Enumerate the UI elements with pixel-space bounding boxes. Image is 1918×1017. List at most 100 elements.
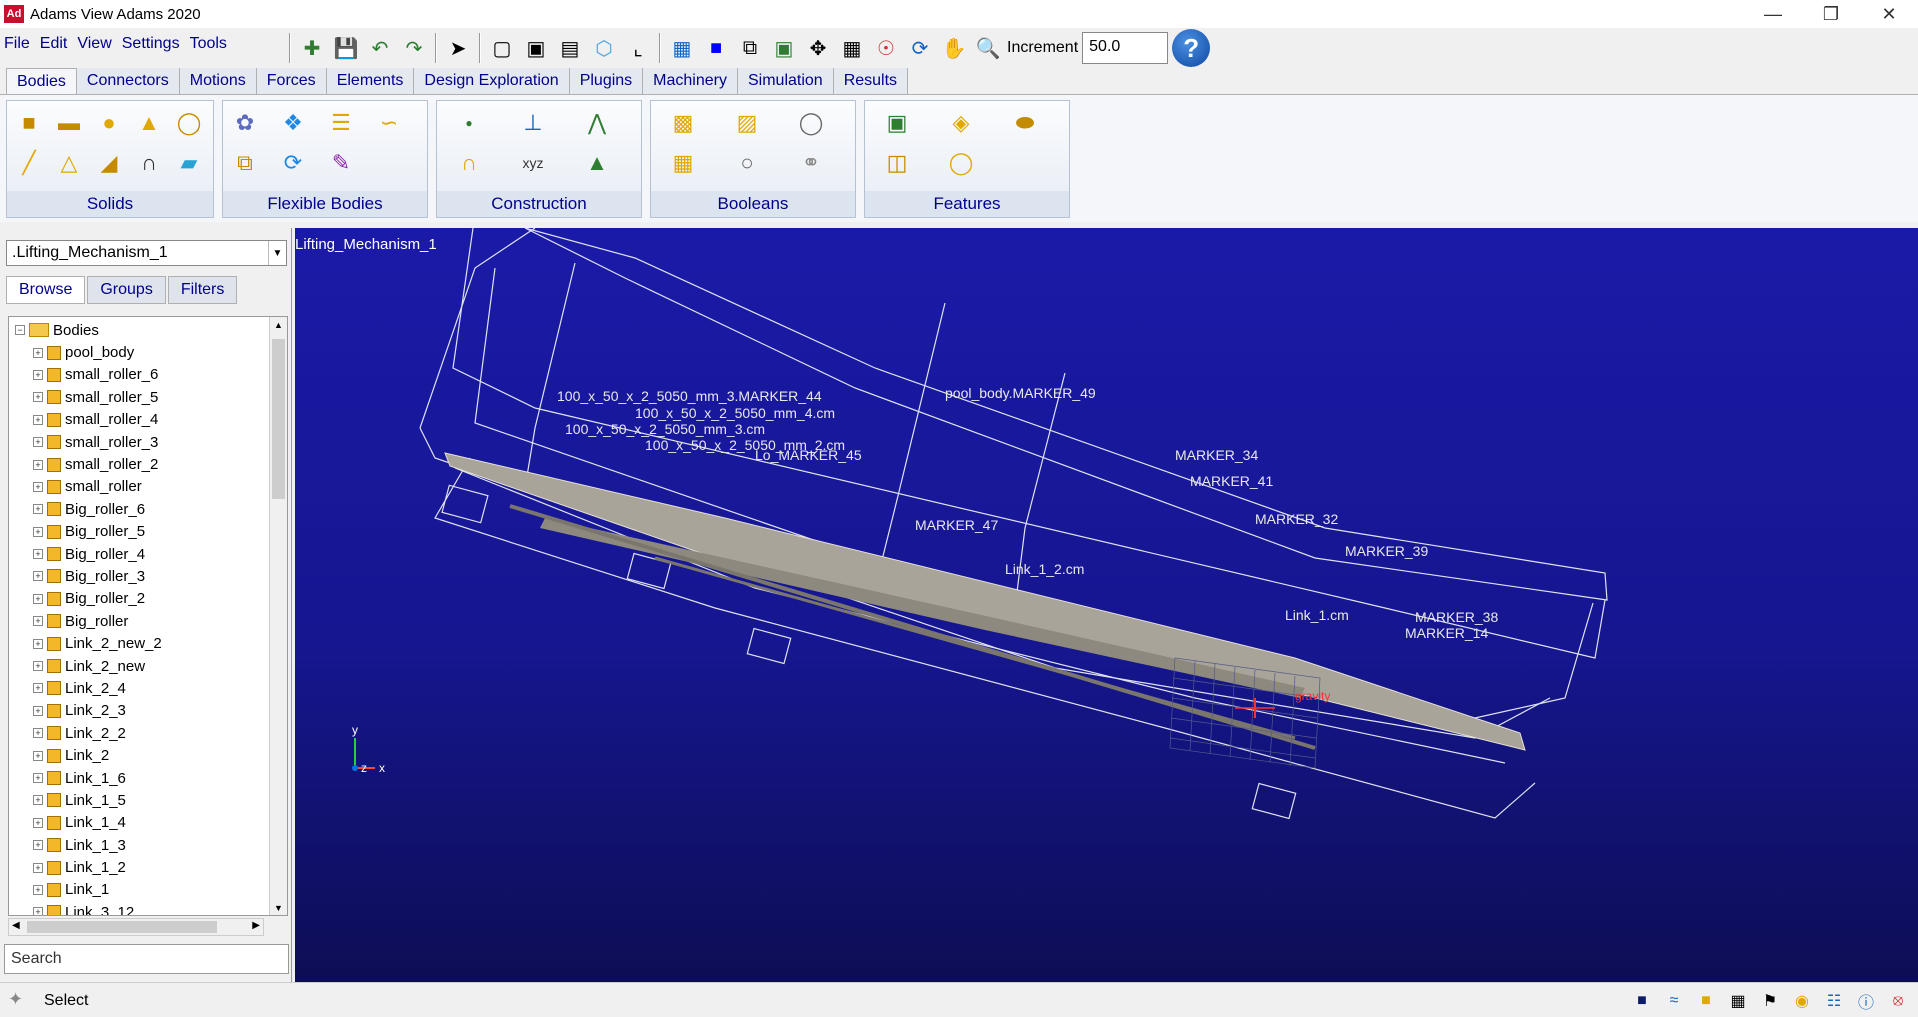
center-icon[interactable]: ☉ [871,32,901,64]
tree-item-link-2-2[interactable]: + Link_2_2 [15,722,287,744]
tree-item-small-roller-3[interactable]: + small_roller_3 [15,431,287,453]
expand-icon[interactable]: + [33,705,43,716]
tree-item-link-1-2[interactable]: + Link_1_2 [15,856,287,878]
tree-item-small-roller-6[interactable]: + small_roller_6 [15,364,287,386]
revolution-icon[interactable]: ∩ [131,145,167,181]
polyline-icon[interactable]: ⋀ [579,105,615,141]
tree-item-big-roller[interactable]: + Big_roller [15,610,287,632]
fit-icon[interactable]: ▣ [769,32,799,64]
expand-icon[interactable]: + [33,504,43,515]
model-select[interactable]: .Lifting_Mechanism_1 ▼ [6,240,287,266]
split-icon[interactable]: ○ [729,145,765,181]
tree-item-pool-body[interactable]: + pool_body [15,341,287,363]
expand-icon[interactable]: + [33,571,43,582]
rotate-icon[interactable]: ⟳ [905,32,935,64]
expand-icon[interactable]: + [33,437,43,448]
tab-design-exploration[interactable]: Design Exploration [414,68,570,94]
frustum-icon[interactable]: ▲ [131,105,167,141]
expand-icon[interactable]: + [33,773,43,783]
tree-item-link-2[interactable]: + Link_2 [15,744,287,766]
plane-icon[interactable]: ▰ [171,145,207,181]
tab-connectors[interactable]: Connectors [76,68,180,94]
intersect-icon[interactable]: ◯ [793,105,829,141]
point-icon[interactable]: ● [451,105,487,141]
tree-vertical-scrollbar[interactable]: ▲ ▼ [269,317,287,915]
tree-item-small-roller-4[interactable]: + small_roller_4 [15,409,287,431]
expand-icon[interactable]: + [33,526,43,537]
info-icon[interactable]: ⓘ [1852,989,1880,1013]
expand-icon[interactable]: + [33,817,43,828]
dummy-body-icon[interactable]: ▲ [579,145,615,181]
restore-icon[interactable]: ❐ [1802,0,1860,28]
tree-item-link-2-new-2[interactable]: + Link_2_new_2 [15,632,287,654]
tab-simulation[interactable]: Simulation [737,68,834,94]
cut-icon[interactable]: ▦ [665,145,701,181]
flex-beam-icon[interactable]: ∽ [371,105,407,141]
expand-icon[interactable]: + [33,347,43,358]
expand-icon[interactable]: + [33,638,43,649]
expand-icon[interactable]: + [33,459,43,470]
tab-elements[interactable]: Elements [326,68,415,94]
zoom-box-icon[interactable]: ▦ [837,32,867,64]
expand-icon[interactable]: + [33,840,43,851]
flex-swap-icon[interactable]: ⧉ [227,145,263,181]
globe-icon[interactable]: ◉ [1788,989,1816,1013]
tab-filters[interactable]: Filters [167,276,238,304]
grid-icon[interactable]: ▦ [667,32,697,64]
tree-item-small-roller-2[interactable]: + small_roller_2 [15,453,287,475]
zoom-icon[interactable]: 🔍 [973,32,1003,64]
boss-icon[interactable]: ◫ [879,145,915,181]
hierarchy-icon[interactable]: ☷ [1820,989,1848,1013]
toggle-icons-icon[interactable]: ⧉ [735,32,765,64]
expand-icon[interactable]: + [33,369,43,380]
spline-xyz-icon[interactable]: xyz [515,145,551,181]
hole-icon[interactable]: ⬬ [1007,105,1043,141]
tab-groups[interactable]: Groups [87,276,166,304]
stop-icon[interactable]: ⦻ [1884,989,1912,1013]
tab-forces[interactable]: Forces [256,68,327,94]
hscroll-thumb[interactable] [27,921,217,933]
tree-item-link-1-4[interactable]: + Link_1_4 [15,812,287,834]
tree-item-small-roller-5[interactable]: + small_roller_5 [15,386,287,408]
increment-input[interactable]: 50.0 [1082,32,1169,64]
new-model-icon[interactable]: ✚ [297,32,327,64]
merge-icon[interactable]: ▨ [729,105,765,141]
expand-icon[interactable]: + [33,683,43,694]
front-view-icon[interactable]: ▢ [487,32,517,64]
render-toggle-icon[interactable]: ■ [1628,989,1656,1013]
tree-item-link-1-6[interactable]: + Link_1_6 [15,767,287,789]
select-tool-icon[interactable]: ✦ [8,989,23,1010]
flex-mnf-icon[interactable]: ✎ [323,145,359,181]
expand-icon[interactable]: + [33,795,43,806]
scroll-thumb[interactable] [272,339,285,499]
expand-icon[interactable]: + [33,750,43,761]
tree-item-link-1-5[interactable]: + Link_1_5 [15,789,287,811]
torus-icon[interactable]: ◯ [171,105,207,141]
collapse-icon[interactable]: − [15,325,25,336]
menu-file[interactable]: File [4,35,30,53]
discrete-flex-icon[interactable]: ☰ [323,105,359,141]
expand-icon[interactable]: + [33,392,43,403]
table-icon[interactable]: ▦ [1724,989,1752,1013]
chamfer-icon[interactable]: ▣ [879,105,915,141]
tree-item-link-2-new[interactable]: + Link_2_new [15,655,287,677]
shell-icon[interactable]: ◯ [943,145,979,181]
redo-icon[interactable]: ↷ [399,32,429,64]
marker-icon[interactable]: ⊥ [515,105,551,141]
help-icon[interactable]: ? [1172,29,1211,67]
menu-view[interactable]: View [77,35,111,53]
fillet-icon[interactable]: ◈ [943,105,979,141]
sphere-icon[interactable]: ● [91,105,127,141]
tab-plugins[interactable]: Plugins [569,68,644,94]
note-icon[interactable]: ■ [1692,989,1720,1013]
cylinder-icon[interactable]: ▬ [51,105,87,141]
render-mode-icon[interactable]: ■ [701,32,731,64]
menu-edit[interactable]: Edit [40,35,68,53]
tab-machinery[interactable]: Machinery [643,68,738,94]
rigid-to-flex-icon[interactable]: ❖ [275,105,311,141]
link-icon[interactable]: ╱ [11,145,47,181]
menu-settings[interactable]: Settings [122,35,180,53]
arc-icon[interactable]: ∩ [451,145,487,181]
side-view-icon[interactable]: ▤ [555,32,585,64]
dropdown-arrow-icon[interactable]: ▼ [268,241,286,265]
